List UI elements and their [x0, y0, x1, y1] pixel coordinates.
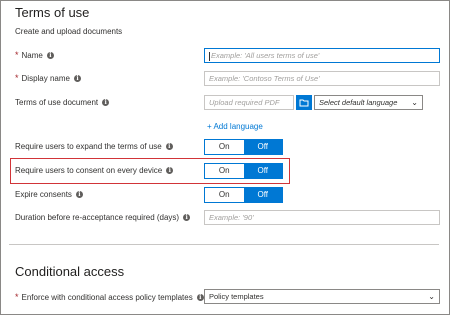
expand-terms-label-text: Require users to expand the terms of use	[15, 142, 162, 151]
name-label: * Name i	[15, 50, 54, 60]
toggle-on-option[interactable]: On	[205, 188, 244, 202]
consent-device-label-text: Require users to consent on every device	[15, 166, 163, 175]
policy-templates-select[interactable]: Policy templates ⌄	[204, 289, 440, 304]
chevron-down-icon: ⌄	[428, 292, 435, 301]
upload-pdf-input[interactable]: Upload required PDF	[204, 95, 294, 110]
info-icon[interactable]: i	[166, 167, 174, 175]
consent-device-label: Require users to consent on every device…	[15, 166, 174, 175]
display-name-label-text: Display name	[21, 74, 70, 83]
info-icon[interactable]: i	[46, 52, 54, 60]
display-name-input[interactable]: Example: 'Contoso Terms of Use'	[204, 71, 440, 86]
enforce-label-text: Enforce with conditional access policy t…	[21, 293, 193, 302]
enforce-label: * Enforce with conditional access policy …	[15, 292, 204, 302]
duration-input[interactable]: Example: '90'	[204, 210, 440, 225]
duration-label-text: Duration before re-acceptance required (…	[15, 213, 180, 222]
browse-folder-button[interactable]	[296, 95, 312, 110]
info-icon[interactable]: i	[102, 99, 110, 107]
section-title-terms: Terms of use	[15, 5, 90, 20]
text-caret	[209, 51, 210, 61]
terms-document-label: Terms of use document i	[15, 98, 110, 107]
toggle-off-option[interactable]: Off	[243, 140, 282, 154]
required-asterisk: *	[15, 73, 19, 83]
section-subtitle: Create and upload documents	[15, 27, 123, 36]
terms-document-label-text: Terms of use document	[15, 98, 99, 107]
duration-placeholder: Example: '90'	[209, 213, 254, 222]
consent-device-toggle[interactable]: On Off	[204, 163, 283, 179]
policy-templates-value: Policy templates	[209, 292, 264, 301]
expand-terms-toggle[interactable]: On Off	[204, 139, 283, 155]
info-icon[interactable]: i	[196, 294, 204, 302]
required-asterisk: *	[15, 292, 19, 302]
info-icon[interactable]: i	[73, 75, 81, 83]
expire-consents-label: Expire consents i	[15, 190, 83, 199]
info-icon[interactable]: i	[75, 191, 83, 199]
toggle-off-option[interactable]: Off	[243, 188, 282, 202]
duration-label: Duration before re-acceptance required (…	[15, 213, 191, 222]
display-name-label: * Display name i	[15, 73, 81, 83]
expire-consents-label-text: Expire consents	[15, 190, 72, 199]
section-divider	[9, 244, 439, 245]
display-name-placeholder: Example: 'Contoso Terms of Use'	[209, 74, 320, 83]
toggle-on-option[interactable]: On	[205, 140, 244, 154]
folder-icon	[299, 99, 309, 107]
name-placeholder: Example: 'All users terms of use'	[211, 51, 320, 60]
section-title-conditional-access: Conditional access	[15, 264, 125, 279]
chevron-down-icon: ⌄	[411, 98, 418, 107]
toggle-on-option[interactable]: On	[205, 164, 244, 178]
name-input[interactable]: Example: 'All users terms of use'	[204, 48, 440, 63]
upload-pdf-placeholder: Upload required PDF	[209, 98, 280, 107]
expire-consents-toggle[interactable]: On Off	[204, 187, 283, 203]
info-icon[interactable]: i	[165, 143, 173, 151]
default-language-value: Select default language	[319, 98, 398, 107]
default-language-select[interactable]: Select default language ⌄	[314, 95, 423, 110]
toggle-off-option[interactable]: Off	[243, 164, 282, 178]
expand-terms-label: Require users to expand the terms of use…	[15, 142, 173, 151]
name-label-text: Name	[21, 51, 43, 60]
info-icon[interactable]: i	[183, 214, 191, 222]
add-language-link[interactable]: + Add language	[207, 122, 263, 131]
required-asterisk: *	[15, 50, 19, 60]
